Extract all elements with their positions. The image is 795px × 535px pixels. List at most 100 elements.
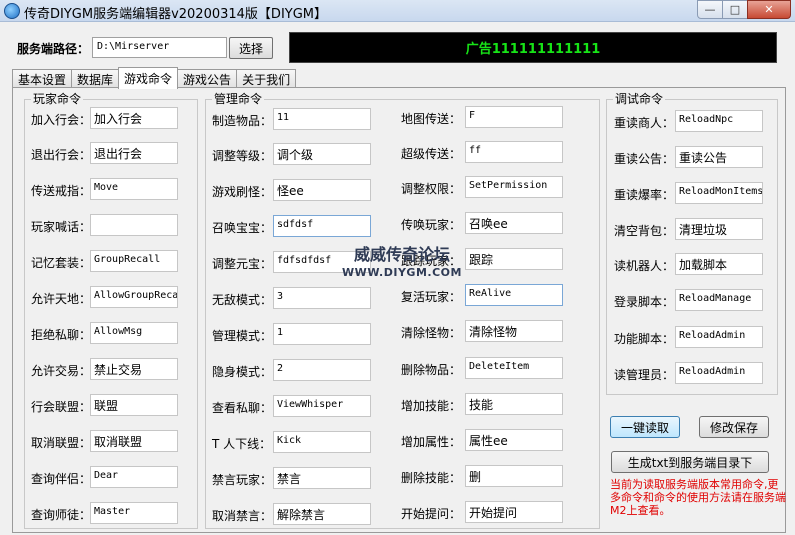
mute-player-input[interactable]: 禁言 <box>273 467 371 489</box>
reload-npc-input[interactable]: ReloadNpc <box>675 110 763 132</box>
field-label: 删除技能： <box>401 471 462 485</box>
spawn-monster-input[interactable]: 怪ee <box>273 179 371 201</box>
field-label: 清空背包： <box>614 224 675 238</box>
reload-admin-input[interactable]: ReloadAdmin <box>675 362 763 384</box>
field-label: 禁言玩家： <box>212 473 273 487</box>
field-label: 重读商人： <box>614 116 675 130</box>
field-label: 调整权限： <box>401 182 462 196</box>
field-label: 取消联盟： <box>31 436 92 450</box>
view-whisper-input[interactable]: ViewWhisper <box>273 395 371 417</box>
debug-row-2: 重读爆率： ReloadMonItems <box>614 182 766 204</box>
super-teleport-input[interactable]: ff <box>465 141 563 163</box>
join-guild-input[interactable]: 加入行会 <box>90 107 178 129</box>
adjust-level-input[interactable]: 调个级 <box>273 143 371 165</box>
window-controls: — □ ✕ <box>697 0 791 19</box>
add-attribute-input[interactable]: 属性ee <box>465 429 563 451</box>
admin-left-row-0: 制造物品： 11 <box>212 108 372 130</box>
reload-robot-input[interactable]: 加载脚本 <box>675 253 763 275</box>
query-master-input[interactable]: Master <box>90 502 178 524</box>
make-item-input[interactable]: 11 <box>273 108 371 130</box>
generate-txt-button[interactable]: 生成txt到服务端目录下 <box>611 451 769 473</box>
stealth-mode-input[interactable]: 2 <box>273 359 371 381</box>
admin-right-row-6: 清除怪物： 清除怪物 <box>401 320 566 342</box>
function-script-input[interactable]: ReloadAdmin <box>675 326 763 348</box>
reload-drop-rate-input[interactable]: ReloadMonItems <box>675 182 763 204</box>
allow-trade-input[interactable]: 禁止交易 <box>90 358 178 380</box>
admin-mode-input[interactable]: 1 <box>273 323 371 345</box>
start-question-input[interactable]: 开始提问 <box>465 501 563 523</box>
field-label: 开始提问： <box>401 507 462 521</box>
tab-about-us[interactable]: 关于我们 <box>236 69 297 88</box>
server-path-input[interactable]: D:\Mirserver <box>92 37 227 58</box>
admin-right-row-9: 增加属性： 属性ee <box>401 429 566 451</box>
server-path-label: 服务端路径： <box>17 42 90 56</box>
player-row-5: 允许天地： AllowGroupReca <box>31 286 181 308</box>
tab-bar: 基本设置 数据库 游戏命令 游戏公告 关于我们 <box>12 67 297 89</box>
watermark-main: 威威传奇论坛 <box>353 245 450 264</box>
teleport-ring-input[interactable]: Move <box>90 178 178 200</box>
tab-game-commands[interactable]: 游戏命令 <box>118 67 179 89</box>
field-label: 隐身模式： <box>212 365 273 379</box>
field-label: 管理模式： <box>212 329 273 343</box>
query-spouse-input[interactable]: Dear <box>90 466 178 488</box>
set-permission-input[interactable]: SetPermission <box>465 176 563 198</box>
field-label: 超级传送： <box>401 147 462 161</box>
player-row-8: 行会联盟： 联盟 <box>31 394 181 416</box>
refuse-private-chat-input[interactable]: AllowMsg <box>90 322 178 344</box>
admin-right-row-10: 删除技能： 删 <box>401 465 566 487</box>
admin-left-row-2: 游戏刷怪： 怪ee <box>212 179 372 201</box>
player-row-0: 加入行会： 加入行会 <box>31 107 181 129</box>
save-changes-button[interactable]: 修改保存 <box>699 416 769 438</box>
field-label: 拒绝私聊： <box>31 328 92 342</box>
clear-bag-input[interactable]: 清理垃圾 <box>675 218 763 240</box>
allow-group-recall-input[interactable]: AllowGroupReca <box>90 286 178 308</box>
track-player-input[interactable]: 跟踪 <box>465 248 563 270</box>
field-label: 重读公告： <box>614 152 675 166</box>
clear-monsters-input[interactable]: 清除怪物 <box>465 320 563 342</box>
player-row-11: 查询师徒： Master <box>31 502 181 524</box>
field-label: 读管理员： <box>614 368 675 382</box>
close-button[interactable]: ✕ <box>747 0 791 19</box>
summon-pet-input[interactable]: sdfdsf <box>273 215 371 237</box>
unmute-player-input[interactable]: 解除禁言 <box>273 503 371 525</box>
delete-item-input[interactable]: DeleteItem <box>465 357 563 379</box>
admin-right-row-1: 超级传送： ff <box>401 141 566 163</box>
admin-right-row-2: 调整权限： SetPermission <box>401 176 566 198</box>
field-label: 制造物品： <box>212 114 273 128</box>
read-all-button[interactable]: 一键读取 <box>610 416 680 438</box>
login-script-input[interactable]: ReloadManage <box>675 289 763 311</box>
cancel-alliance-input[interactable]: 取消联盟 <box>90 430 178 452</box>
browse-button[interactable]: 选择 <box>229 37 273 59</box>
summon-player-input[interactable]: 召唤ee <box>465 212 563 234</box>
invincible-mode-input[interactable]: 3 <box>273 287 371 309</box>
admin-left-row-8: 查看私聊： ViewWhisper <box>212 395 372 417</box>
tab-database[interactable]: 数据库 <box>71 69 120 88</box>
admin-left-row-7: 隐身模式： 2 <box>212 359 372 381</box>
guild-alliance-input[interactable]: 联盟 <box>90 394 178 416</box>
player-shout-input[interactable] <box>90 214 178 236</box>
tab-basic-settings[interactable]: 基本设置 <box>12 69 73 88</box>
admin-right-row-3: 传唤玩家： 召唤ee <box>401 212 566 234</box>
add-skill-input[interactable]: 技能 <box>465 393 563 415</box>
kick-player-input[interactable]: Kick <box>273 431 371 453</box>
leave-guild-input[interactable]: 退出行会 <box>90 142 178 164</box>
admin-left-row-11: 取消禁言： 解除禁言 <box>212 503 372 525</box>
debug-row-6: 功能脚本： ReloadAdmin <box>614 326 766 348</box>
admin-right-row-5: 复活玩家： ReAlive <box>401 284 566 306</box>
admin-left-row-5: 无敌模式： 3 <box>212 287 372 309</box>
app-icon <box>4 3 20 19</box>
revive-player-input[interactable]: ReAlive <box>465 284 563 306</box>
field-label: 游戏刷怪： <box>212 185 273 199</box>
memory-set-input[interactable]: GroupRecall <box>90 250 178 272</box>
maximize-button[interactable]: □ <box>722 0 748 19</box>
reload-announcement-input[interactable]: 重读公告 <box>675 146 763 168</box>
tab-game-announcements[interactable]: 游戏公告 <box>177 69 238 88</box>
debug-row-0: 重读商人： ReloadNpc <box>614 110 766 132</box>
field-label: 功能脚本： <box>614 332 675 346</box>
player-row-2: 传送戒指： Move <box>31 178 181 200</box>
field-label: 增加属性： <box>401 435 462 449</box>
minimize-button[interactable]: — <box>697 0 723 19</box>
field-label: 查询师徒： <box>31 508 92 522</box>
map-teleport-input[interactable]: F <box>465 106 563 128</box>
delete-skill-input[interactable]: 删 <box>465 465 563 487</box>
